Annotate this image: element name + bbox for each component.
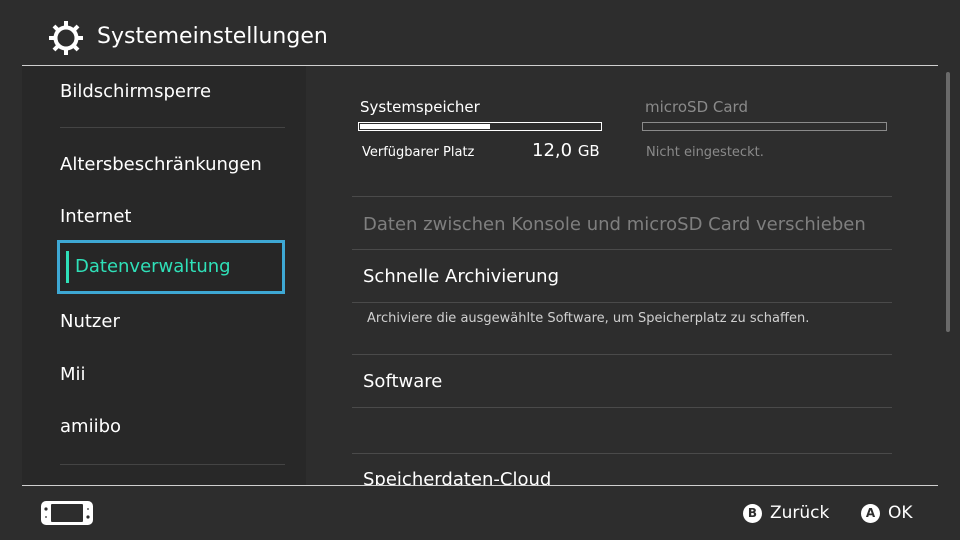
ok-button[interactable]: A OK: [861, 502, 913, 524]
move-data-item: Daten zwischen Konsole und microSD Card …: [363, 214, 866, 235]
sidebar-item-amiibo[interactable]: amiibo: [60, 401, 280, 453]
sidebar-item-nutzer[interactable]: Nutzer: [60, 296, 280, 348]
sidebar-item-label: Datenverwaltung: [75, 256, 231, 277]
quick-archive-item[interactable]: Schnelle Archivierung: [363, 266, 559, 287]
back-button[interactable]: B Zurück: [743, 502, 829, 524]
free-space-label: Verfügbarer Platz: [362, 145, 475, 160]
sidebar-item-mii[interactable]: Mii: [60, 349, 280, 401]
sidebar-item-internet[interactable]: Internet: [60, 191, 280, 243]
sidebar-divider: [60, 127, 285, 128]
system-storage-label: Systemspeicher: [360, 98, 480, 116]
software-item[interactable]: Software: [363, 371, 442, 392]
free-space-unit: GB: [577, 142, 600, 160]
selection-indicator: [66, 251, 69, 283]
scrollbar[interactable]: [946, 72, 950, 332]
quick-archive-description: Archiviere die ausgewählte Software, um …: [367, 311, 810, 326]
list-divider: [352, 196, 892, 197]
header: Systemeinstellungen: [0, 0, 960, 66]
list-divider: [352, 407, 892, 408]
b-button-icon: B: [743, 503, 762, 523]
switch-console-icon: [41, 501, 93, 525]
back-label: Zurück: [770, 503, 830, 523]
free-space-value: 12,0 GB: [532, 140, 600, 161]
page-title: Systemeinstellungen: [97, 24, 328, 49]
list-divider: [352, 302, 892, 303]
system-storage-bar: [358, 122, 602, 131]
sd-card-label: microSD Card: [645, 98, 748, 116]
sidebar-item-altersbeschraenkungen[interactable]: Altersbeschränkungen: [60, 139, 280, 191]
ok-label: OK: [888, 503, 913, 523]
main-content: Systemspeicher Verfügbarer Platz 12,0 GB…: [330, 66, 930, 485]
list-divider: [352, 354, 892, 355]
sidebar-divider: [60, 464, 285, 465]
sd-card-status: Nicht eingesteckt.: [646, 145, 764, 160]
list-divider: [352, 453, 892, 454]
save-data-cloud-item[interactable]: Speicherdaten-Cloud: [363, 469, 551, 485]
sidebar: Bildschirmsperre Altersbeschränkungen In…: [22, 66, 306, 485]
system-storage-bar-fill: [360, 124, 490, 129]
sd-card-storage-bar: [642, 122, 887, 131]
list-divider: [352, 249, 892, 250]
a-button-icon: A: [861, 503, 880, 523]
gear-icon: [49, 21, 83, 55]
footer: B Zurück A OK: [0, 486, 960, 540]
sidebar-item-datenverwaltung[interactable]: Datenverwaltung: [57, 240, 285, 294]
free-space-number: 12,0: [532, 140, 573, 161]
sidebar-item-bildschirmsperre[interactable]: Bildschirmsperre: [60, 66, 280, 118]
